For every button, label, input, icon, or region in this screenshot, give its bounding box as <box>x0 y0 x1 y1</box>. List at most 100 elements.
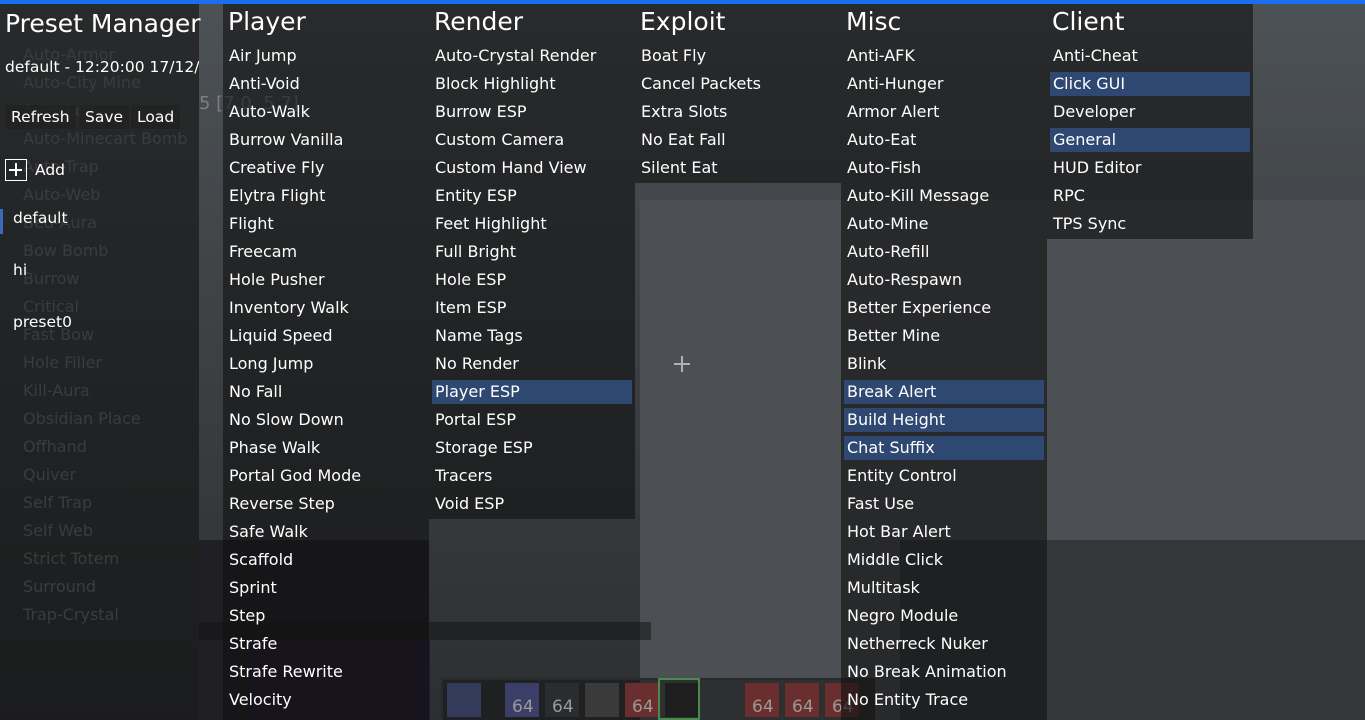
preset-item-hi[interactable]: hi <box>13 261 27 279</box>
module-item-no-eat-fall[interactable]: No Eat Fall <box>638 128 838 152</box>
module-item-strafe[interactable]: Strafe <box>226 632 426 656</box>
module-item-extra-slots[interactable]: Extra Slots <box>638 100 838 124</box>
category-panel-exploit: Exploit Boat Fly Cancel Packets Extra Slot… <box>635 4 841 183</box>
module-item-armor-alert[interactable]: Armor Alert <box>844 100 1044 124</box>
preset-item-preset0[interactable]: preset0 <box>13 313 72 331</box>
module-item-no-break-animation[interactable]: No Break Animation <box>844 660 1044 684</box>
module-item-sprint[interactable]: Sprint <box>226 576 426 600</box>
module-item-auto-eat[interactable]: Auto-Eat <box>844 128 1044 152</box>
module-item-hot-bar-alert[interactable]: Hot Bar Alert <box>844 520 1044 544</box>
module-item-cancel-packets[interactable]: Cancel Packets <box>638 72 838 96</box>
module-item-scaffold[interactable]: Scaffold <box>226 548 426 572</box>
hotbar-count: 64 <box>552 697 574 717</box>
module-item-no-entity-trace[interactable]: No Entity Trace <box>844 688 1044 712</box>
module-item-auto-crystal-render[interactable]: Auto-Crystal Render <box>432 44 632 68</box>
module-item-auto-fish[interactable]: Auto-Fish <box>844 156 1044 180</box>
module-item-custom-camera[interactable]: Custom Camera <box>432 128 632 152</box>
module-item-anti-void[interactable]: Anti-Void <box>226 72 426 96</box>
module-item-multitask[interactable]: Multitask <box>844 576 1044 600</box>
module-item-general[interactable]: General <box>1050 128 1250 152</box>
module-item-step[interactable]: Step <box>226 604 426 628</box>
module-item-anti-hunger[interactable]: Anti-Hunger <box>844 72 1044 96</box>
module-item-tracers[interactable]: Tracers <box>432 464 632 488</box>
module-item-reverse-step[interactable]: Reverse Step <box>226 492 426 516</box>
refresh-button[interactable]: Refresh <box>5 105 76 129</box>
module-item-phase-walk[interactable]: Phase Walk <box>226 436 426 460</box>
load-button[interactable]: Load <box>131 105 181 129</box>
panel-title: Exploit <box>640 7 726 36</box>
module-item-better-experience[interactable]: Better Experience <box>844 296 1044 320</box>
module-item-burrow-vanilla[interactable]: Burrow Vanilla <box>226 128 426 152</box>
module-item-better-mine[interactable]: Better Mine <box>844 324 1044 348</box>
module-item-entity-control[interactable]: Entity Control <box>844 464 1044 488</box>
module-item-tps-sync[interactable]: TPS Sync <box>1050 212 1250 236</box>
module-item-boat-fly[interactable]: Boat Fly <box>638 44 838 68</box>
module-item-creative-fly[interactable]: Creative Fly <box>226 156 426 180</box>
panel-title: Client <box>1052 7 1125 36</box>
module-item-elytra-flight[interactable]: Elytra Flight <box>226 184 426 208</box>
module-item-fast-use[interactable]: Fast Use <box>844 492 1044 516</box>
module-item-name-tags[interactable]: Name Tags <box>432 324 632 348</box>
module-item-void-esp[interactable]: Void ESP <box>432 492 632 516</box>
module-item-hud-editor[interactable]: HUD Editor <box>1050 156 1250 180</box>
module-item-freecam[interactable]: Freecam <box>226 240 426 264</box>
hotbar-slot <box>585 683 619 717</box>
module-item-chat-suffix[interactable]: Chat Suffix <box>844 436 1044 460</box>
module-item-hole-esp[interactable]: Hole ESP <box>432 268 632 292</box>
module-item-liquid-speed[interactable]: Liquid Speed <box>226 324 426 348</box>
module-item-auto-kill-message[interactable]: Auto-Kill Message <box>844 184 1044 208</box>
module-item-no-fall[interactable]: No Fall <box>226 380 426 404</box>
module-item-long-jump[interactable]: Long Jump <box>226 352 426 376</box>
module-item-no-render[interactable]: No Render <box>432 352 632 376</box>
module-item-feet-highlight[interactable]: Feet Highlight <box>432 212 632 236</box>
module-item-entity-esp[interactable]: Entity ESP <box>432 184 632 208</box>
module-item-full-bright[interactable]: Full Bright <box>432 240 632 264</box>
module-item-auto-respawn[interactable]: Auto-Respawn <box>844 268 1044 292</box>
current-preset-label: default - 12:20:00 17/12/2 <box>5 58 199 76</box>
module-item-storage-esp[interactable]: Storage ESP <box>432 436 632 460</box>
module-item-portal-god-mode[interactable]: Portal God Mode <box>226 464 426 488</box>
module-item-auto-mine[interactable]: Auto-Mine <box>844 212 1044 236</box>
module-item-developer[interactable]: Developer <box>1050 100 1250 124</box>
save-button[interactable]: Save <box>79 105 130 129</box>
module-item-safe-walk[interactable]: Safe Walk <box>226 520 426 544</box>
module-item-netherreck-nuker[interactable]: Netherreck Nuker <box>844 632 1044 656</box>
category-panel-client: Client Anti-Cheat Click GUI Developer Gener… <box>1047 4 1253 239</box>
preset-manager-panel: Preset Manager default - 12:20:00 17/12/… <box>0 4 201 720</box>
module-item-negro-module[interactable]: Negro Module <box>844 604 1044 628</box>
module-item-custom-hand-view[interactable]: Custom Hand View <box>432 156 632 180</box>
module-item-blink[interactable]: Blink <box>844 352 1044 376</box>
module-item-velocity[interactable]: Velocity <box>226 688 426 712</box>
module-item-middle-click[interactable]: Middle Click <box>844 548 1044 572</box>
preset-manager-title: Preset Manager <box>5 9 201 38</box>
panel-title: Render <box>434 7 524 36</box>
module-item-auto-walk[interactable]: Auto-Walk <box>226 100 426 124</box>
module-item-burrow-esp[interactable]: Burrow ESP <box>432 100 632 124</box>
category-panel-misc: Misc Anti-AFK Anti-Hunger Armor Alert Auto-… <box>841 4 1047 720</box>
module-item-strafe-rewrite[interactable]: Strafe Rewrite <box>226 660 426 684</box>
module-item-click-gui[interactable]: Click GUI <box>1050 72 1250 96</box>
module-item-item-esp[interactable]: Item ESP <box>432 296 632 320</box>
hotbar-slot <box>447 683 481 717</box>
module-item-portal-esp[interactable]: Portal ESP <box>432 408 632 432</box>
module-item-silent-eat[interactable]: Silent Eat <box>638 156 838 180</box>
module-item-hole-pusher[interactable]: Hole Pusher <box>226 268 426 292</box>
module-item-rpc[interactable]: RPC <box>1050 184 1250 208</box>
module-item-air-jump[interactable]: Air Jump <box>226 44 426 68</box>
preset-item-default[interactable]: default <box>13 209 68 227</box>
module-item-block-highlight[interactable]: Block Highlight <box>432 72 632 96</box>
module-item-anti-afk[interactable]: Anti-AFK <box>844 44 1044 68</box>
hotbar-selected-slot <box>658 678 700 720</box>
module-item-flight[interactable]: Flight <box>226 212 426 236</box>
module-item-build-height[interactable]: Build Height <box>844 408 1044 432</box>
category-panel-render: Render Auto-Crystal Render Block Highligh… <box>429 4 635 519</box>
module-item-anti-cheat[interactable]: Anti-Cheat <box>1050 44 1250 68</box>
module-item-inventory-walk[interactable]: Inventory Walk <box>226 296 426 320</box>
module-item-player-esp[interactable]: Player ESP <box>432 380 632 404</box>
module-item-break-alert[interactable]: Break Alert <box>844 380 1044 404</box>
hotbar-count: 64 <box>752 697 774 717</box>
add-preset-button[interactable]: Add <box>5 159 65 181</box>
module-item-no-slow-down[interactable]: No Slow Down <box>226 408 426 432</box>
module-item-auto-refill[interactable]: Auto-Refill <box>844 240 1044 264</box>
active-preset-indicator <box>0 209 3 234</box>
